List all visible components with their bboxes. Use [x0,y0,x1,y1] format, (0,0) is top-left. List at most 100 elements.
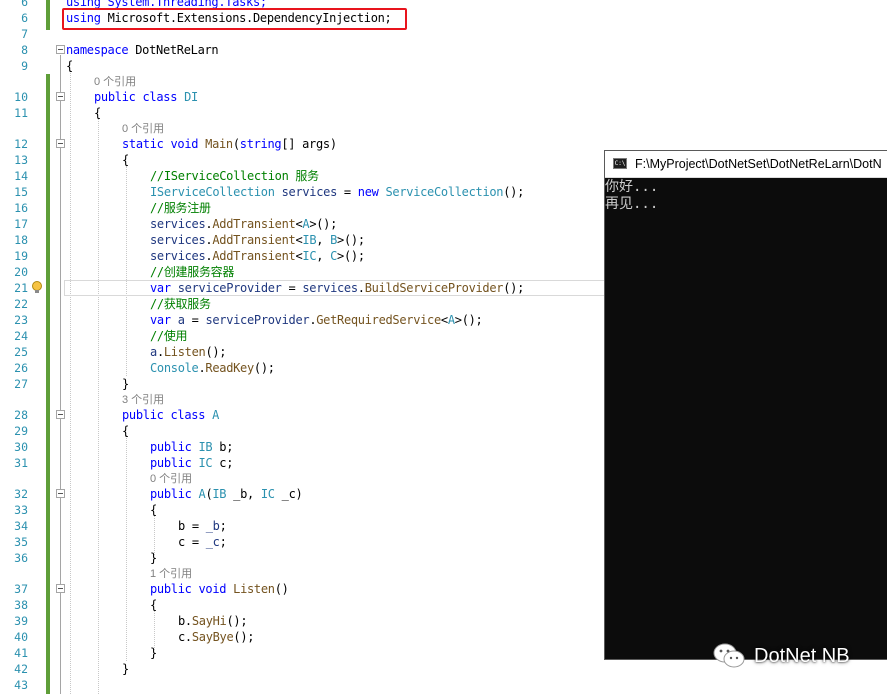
line-number: 40 [14,630,28,644]
code-line: var a = serviceProvider.GetRequiredServi… [150,313,483,327]
code-line: b = _b; [178,519,227,533]
console-output-line: 再见... [605,196,659,212]
line-number: 20 [14,265,28,279]
console-output-line: 你好... [605,179,659,195]
line-number: 22 [14,297,28,311]
line-number: 14 [14,169,28,183]
line-number: 15 [14,185,28,199]
console-icon: C:\ [613,158,627,169]
line-number: 27 [14,377,28,391]
code-line: { [66,59,73,73]
code-line: a.Listen(); [150,345,227,359]
codelens-references[interactable]: 0 个引用 [94,74,136,90]
code-line: //创建服务容器 [150,265,235,279]
code-line: public IC c; [150,456,234,470]
codelens-references[interactable]: 0 个引用 [150,471,192,487]
code-line: //服务注册 [150,201,211,215]
fold-guide [60,55,61,694]
line-number: 33 [14,503,28,517]
indent-guide [126,166,127,376]
line-number: 38 [14,598,28,612]
line-number: 17 [14,217,28,231]
code-line: c.SayBye(); [178,630,255,644]
line-number: 18 [14,233,28,247]
line-number: 31 [14,456,28,470]
code-line: { [150,503,157,517]
line-number: 21 [14,281,28,295]
line-number: 7 [21,27,28,41]
fold-toggle-namespace[interactable] [56,45,65,54]
line-number: 43 [14,678,28,692]
code-line: public class A [122,408,219,422]
fold-toggle-listen[interactable] [56,584,65,593]
line-number: 24 [14,329,28,343]
code-line: //IServiceCollection 服务 [150,169,319,183]
line-number: 23 [14,313,28,327]
line-number: 37 [14,582,28,596]
code-line: static void Main(string[] args) [122,137,337,151]
line-number: 28 [14,408,28,422]
code-line: { [122,424,129,438]
line-number: 32 [14,487,28,501]
console-window[interactable]: C:\ F:\MyProject\DotNetSet\DotNetReLarn\… [604,150,887,660]
code-line-current: var serviceProvider = services.BuildServ… [150,281,524,295]
line-number: 13 [14,153,28,167]
line-number: 10 [14,90,28,104]
codelens-references[interactable]: 3 个引用 [122,392,164,408]
code-line: Console.ReadKey(); [150,361,275,375]
line-number: 12 [14,137,28,151]
console-titlebar[interactable]: C:\ F:\MyProject\DotNetSet\DotNetReLarn\… [605,151,887,178]
indent-guide [154,515,155,555]
code-line: public void Listen() [150,582,289,596]
code-line: } [150,646,157,660]
fold-toggle-class-a[interactable] [56,410,65,419]
code-line: services.AddTransient<IB, B>(); [150,233,365,247]
code-line: IServiceCollection services = new Servic… [150,185,524,199]
code-line: services.AddTransient<A>(); [150,217,338,231]
line-number: 29 [14,424,28,438]
watermark-text: DotNet NB [754,644,850,667]
code-line: { [122,153,129,167]
code-line: } [122,377,129,391]
code-line: services.AddTransient<IC, C>(); [150,249,365,263]
line-number: 8 [21,43,28,57]
fold-toggle-class-di[interactable] [56,92,65,101]
watermark: DotNet NB [712,641,850,671]
line-number: 9 [21,59,28,73]
indent-guide [154,610,155,650]
code-line: { [94,106,101,120]
codelens-references[interactable]: 0 个引用 [122,121,164,137]
code-line: public class DI [94,90,198,104]
code-line: b.SayHi(); [178,614,248,628]
line-number: 30 [14,440,28,454]
code-line: //使用 [150,329,188,343]
console-title: F:\MyProject\DotNetSet\DotNetReLarn\DotN [635,157,882,171]
line-number: 39 [14,614,28,628]
code-line: } [122,662,129,676]
indent-guide [70,70,71,694]
line-number: 19 [14,249,28,263]
line-number: 34 [14,519,28,533]
line-number: 6 [21,11,28,25]
wechat-icon [713,643,745,668]
annotation-highlight-box [62,8,407,30]
line-number: 35 [14,535,28,549]
line-number: 6 [21,0,28,9]
change-indicator [46,74,50,694]
code-line: namespace DotNetReLarn [66,43,219,57]
line-number: 26 [14,361,28,375]
line-number: 41 [14,646,28,660]
line-number: 36 [14,551,28,565]
codelens-references[interactable]: 1 个引用 [150,566,192,582]
line-number: 11 [14,106,28,120]
lightbulb-icon[interactable] [31,280,43,296]
line-number: 42 [14,662,28,676]
fold-toggle-main[interactable] [56,139,65,148]
fold-toggle-ctor[interactable] [56,489,65,498]
indent-guide [126,435,127,661]
code-line: c = _c; [178,535,227,549]
change-indicator [46,0,50,30]
code-line: public A(IB _b, IC _c) [150,487,303,501]
line-number: 16 [14,201,28,215]
line-number: 25 [14,345,28,359]
